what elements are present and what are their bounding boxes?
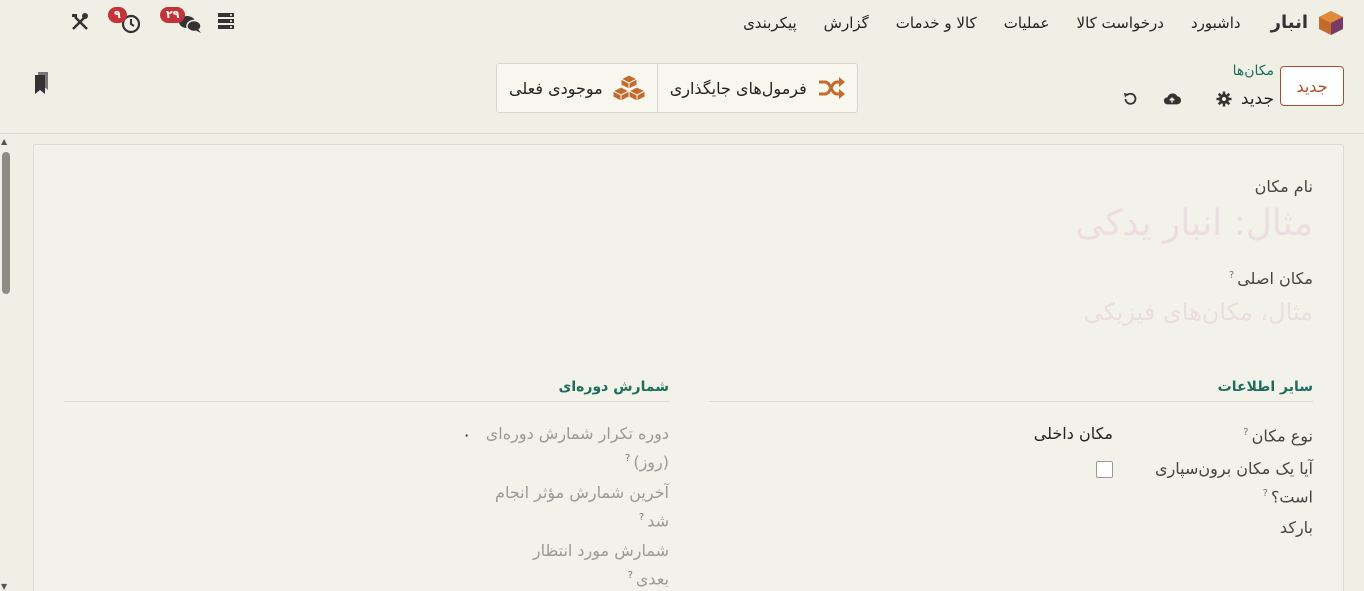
help-icon[interactable]: ?	[1243, 427, 1248, 438]
activities-tray[interactable]: ۹	[108, 7, 148, 38]
tools-icon	[72, 13, 88, 30]
smart-buttons: فرمول‌های جایگذاری موجودی فعلی	[496, 63, 858, 113]
cycle-frequency-label: دوره تکرار شمارش دوره‌ای (روز)?	[485, 424, 669, 472]
menu-operations[interactable]: عملیات	[1004, 14, 1050, 32]
section-separator	[709, 401, 1313, 402]
help-icon[interactable]: ?	[1229, 270, 1234, 281]
section-separator	[64, 401, 669, 402]
location-name-input[interactable]: مثال: انبار یدکی	[1075, 203, 1313, 244]
shuffle-icon	[818, 77, 845, 99]
messages-tray[interactable]: ۲۹	[160, 7, 206, 38]
scrollbar-thumb[interactable]	[2, 152, 10, 294]
database-icon	[218, 13, 234, 29]
discard-undo-icon[interactable]	[1121, 90, 1139, 108]
parent-location-label: مکان اصلی?	[1228, 269, 1313, 288]
cycle-frequency-input[interactable]: ۰	[462, 425, 471, 444]
help-icon[interactable]: ?	[625, 453, 630, 464]
breadcrumb: جدید	[1121, 89, 1274, 109]
scroll-down-arrow[interactable]: ▼	[1, 582, 7, 591]
scroll-up-arrow[interactable]: ▲	[1, 137, 7, 146]
section-other-info: سایر اطلاعات	[1217, 379, 1313, 395]
section-cycle-count: شمارش دوره‌ای	[558, 379, 669, 395]
next-count-label: شمارش مورد انتظار بعدی?	[532, 541, 669, 589]
putaway-rules-label: فرمول‌های جایگذاری	[669, 78, 807, 98]
help-icon[interactable]: ?	[639, 512, 644, 523]
cubes-icon	[612, 74, 645, 102]
save-cloud-icon[interactable]	[1163, 90, 1181, 108]
database-switcher[interactable]	[216, 12, 236, 34]
location-type-label: نوع مکان?	[1243, 426, 1313, 446]
app-name: انبار	[1270, 12, 1308, 33]
menu-configuration[interactable]: پیکربندی	[743, 14, 797, 32]
putaway-rules-button[interactable]: فرمول‌های جایگذاری	[658, 64, 857, 112]
help-icon[interactable]: ?	[628, 570, 633, 581]
bookmark-icon[interactable]	[33, 71, 51, 99]
menu-dashboard[interactable]: داشبورد	[1191, 14, 1241, 32]
new-record-button[interactable]: جدید	[1280, 66, 1344, 106]
menu-requests[interactable]: درخواست کالا	[1077, 14, 1164, 32]
debug-tools[interactable]	[70, 12, 90, 36]
form-sheet: نام مکان مثال: انبار یدکی مکان اصلی? مثا…	[33, 144, 1344, 591]
current-stock-button[interactable]: موجودی فعلی	[497, 64, 658, 112]
breadcrumb-current: جدید	[1240, 89, 1274, 109]
location-name-label: نام مکان	[1254, 177, 1313, 196]
current-stock-label: موجودی فعلی	[509, 78, 603, 98]
parent-location-input[interactable]: مثال، مکان‌های فیزیکی	[1083, 298, 1313, 326]
messages-badge: ۲۹	[160, 7, 186, 23]
outsourcing-label: آیا یک مکان برون‌سپاری است؟?	[1155, 459, 1313, 507]
outsourcing-checkbox[interactable]	[1096, 461, 1113, 478]
last-count-label: آخرین شمارش مؤثر انجام شد?	[495, 483, 669, 531]
app-brand[interactable]: انبار	[1271, 10, 1344, 36]
breadcrumb-locations[interactable]: مکان‌ها	[1233, 63, 1274, 79]
menu-products[interactable]: کالا و خدمات	[896, 14, 977, 32]
menu-reporting[interactable]: گزارش	[824, 14, 869, 32]
control-panel: جدید مکان‌ها جدید	[0, 45, 1364, 134]
location-type-select[interactable]: مکان داخلی	[1034, 424, 1113, 443]
activities-badge: ۹	[108, 7, 127, 23]
gear-icon[interactable]	[1215, 90, 1233, 108]
inventory-app-icon	[1319, 10, 1343, 35]
main-menu: داشبورد درخواست کالا عملیات کالا و خدمات…	[743, 14, 1241, 32]
help-icon[interactable]: ?	[1263, 488, 1268, 499]
barcode-label: بارکد	[1279, 518, 1313, 537]
